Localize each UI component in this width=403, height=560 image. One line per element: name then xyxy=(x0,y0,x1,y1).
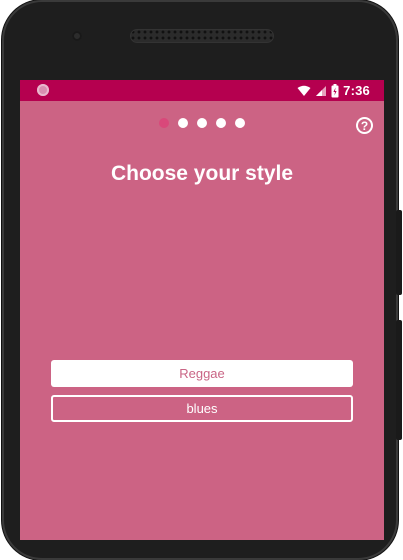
option-reggae-button[interactable]: Reggae xyxy=(51,360,353,387)
option-label: blues xyxy=(186,401,218,416)
signal-icon xyxy=(316,85,327,96)
help-icon[interactable]: ? xyxy=(356,117,373,134)
front-camera xyxy=(72,31,82,41)
help-icon-label: ? xyxy=(360,118,369,133)
phone-frame: 7:36 ? Choose your style Reggae blues xyxy=(2,0,402,560)
power-button xyxy=(396,320,402,440)
clock: 7:36 xyxy=(343,83,370,98)
screen: 7:36 ? Choose your style Reggae blues xyxy=(20,80,384,540)
page-dot-1[interactable] xyxy=(159,118,169,128)
battery-icon xyxy=(331,83,339,97)
status-bar: 7:36 xyxy=(20,80,384,101)
wifi-icon xyxy=(297,85,311,96)
page-dot-2[interactable] xyxy=(178,118,188,128)
page-dot-4[interactable] xyxy=(216,118,226,128)
status-icons: 7:36 xyxy=(297,82,370,99)
page-dot-5[interactable] xyxy=(235,118,245,128)
option-blues-button[interactable]: blues xyxy=(51,395,353,422)
page-indicator xyxy=(20,118,384,128)
option-label: Reggae xyxy=(179,366,225,381)
notification-icon xyxy=(37,84,49,96)
earpiece-speaker xyxy=(130,29,274,43)
page-dot-3[interactable] xyxy=(197,118,207,128)
page-title: Choose your style xyxy=(110,162,294,185)
volume-button xyxy=(396,210,402,295)
